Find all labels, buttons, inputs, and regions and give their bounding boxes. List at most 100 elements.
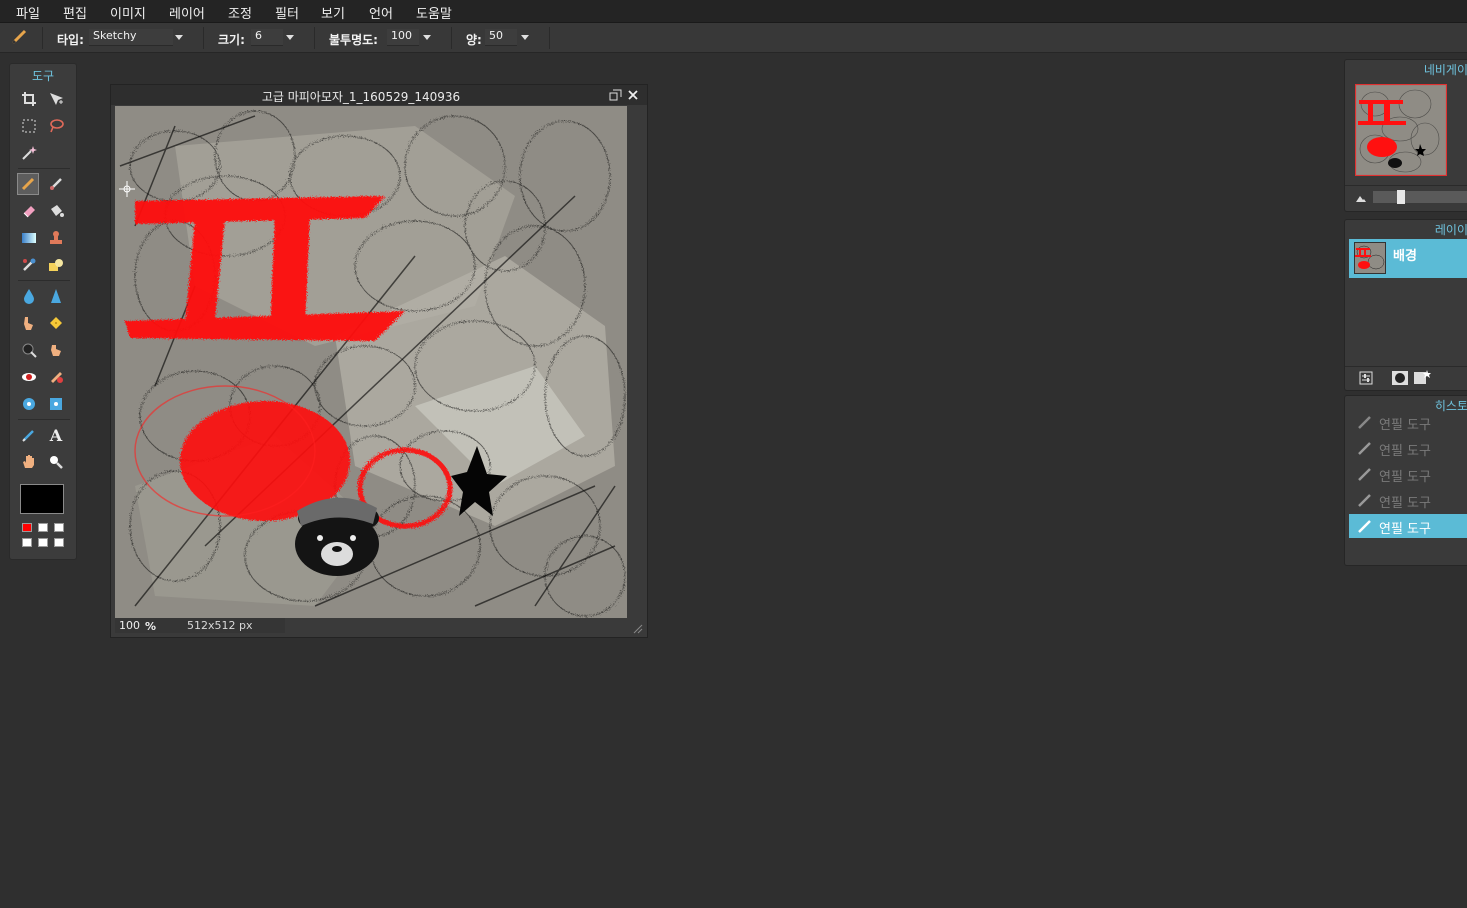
type-label: 타입: (57, 33, 84, 47)
history-item-label: 연필 도구 (1379, 496, 1431, 511)
marquee-tool-icon[interactable] (18, 115, 40, 137)
amount-dropdown-arrow-icon[interactable] (521, 35, 529, 40)
menu-adjust[interactable]: 조정 (228, 3, 252, 22)
type-dropdown-arrow-icon[interactable] (175, 35, 183, 40)
color-swatch[interactable] (54, 523, 64, 532)
amount-label: 양: (466, 33, 482, 47)
crop-tool-icon[interactable] (18, 88, 40, 110)
color-swatch[interactable] (22, 523, 32, 532)
layer-thumbnail (1354, 242, 1386, 274)
color-swatch[interactable] (22, 538, 32, 547)
history-item[interactable]: 연필 도구 (1349, 436, 1467, 460)
menu-layer[interactable]: 레이어 (169, 3, 205, 22)
pencil-icon (11, 29, 27, 45)
layer-mask-icon[interactable] (1392, 371, 1408, 385)
smudge-tool-icon[interactable] (18, 312, 40, 334)
document-titlebar[interactable]: 고급 마피아모자_1_160529_140936 (111, 85, 647, 105)
history-item[interactable]: 연필 도구 (1349, 488, 1467, 512)
menu-image[interactable]: 이미지 (110, 3, 146, 22)
pencil-icon (1358, 494, 1371, 507)
brush-tool-icon[interactable] (45, 173, 67, 195)
separator (451, 27, 452, 49)
burn-tool-icon[interactable] (45, 339, 67, 361)
text-tool-icon[interactable]: A (45, 424, 67, 446)
navigator-thumbnail[interactable] (1355, 84, 1447, 176)
eraser-tool-icon[interactable] (18, 200, 40, 222)
menu-filter[interactable]: 필터 (275, 3, 299, 22)
foreground-color-swatch[interactable] (20, 484, 64, 514)
magic-wand-tool-icon[interactable] (18, 142, 40, 164)
zoom-slider-handle[interactable] (1397, 190, 1405, 204)
opacity-input[interactable]: 100 (387, 29, 419, 46)
document-title: 고급 마피아모자_1_160529_140936 (261, 90, 461, 104)
color-swatch[interactable] (38, 538, 48, 547)
layer-name: 배경 (1393, 249, 1417, 264)
zoom-out-mountain-icon[interactable] (1355, 193, 1367, 203)
color-swatch[interactable] (38, 523, 48, 532)
restore-window-icon[interactable] (609, 89, 622, 101)
history-item-selected[interactable]: 연필 도구 (1349, 514, 1467, 538)
tool-options-bar: 타입: Sketchy 크기: 6 불투명도: 100 양: 50 (0, 23, 1467, 53)
divider (1345, 185, 1467, 186)
navigator-panel: 네비게이 (1344, 59, 1467, 212)
tools-divider (18, 280, 70, 281)
image-canvas[interactable] (115, 106, 627, 618)
menu-help[interactable]: 도움말 (416, 3, 452, 22)
new-layer-icon[interactable] (1413, 369, 1431, 385)
paint-bucket-tool-icon[interactable] (45, 200, 67, 222)
history-item-label: 연필 도구 (1379, 522, 1431, 537)
history-item-label: 연필 도구 (1379, 444, 1431, 459)
tools-title: 도구 (31, 69, 55, 83)
menu-edit[interactable]: 편집 (63, 3, 87, 22)
history-item[interactable]: 연필 도구 (1349, 410, 1467, 434)
red-eye-tool-icon[interactable] (18, 366, 40, 388)
color-replace-tool-icon[interactable] (18, 254, 40, 276)
spot-heal-tool-icon[interactable] (45, 366, 67, 388)
opacity-dropdown-arrow-icon[interactable] (423, 35, 431, 40)
bloat-tool-icon[interactable] (18, 393, 40, 415)
color-swatch[interactable] (54, 538, 64, 547)
type-select[interactable]: Sketchy (89, 29, 173, 46)
lasso-tool-icon[interactable] (45, 115, 67, 137)
tools-divider (18, 419, 70, 420)
color-picker-tool-icon[interactable] (18, 424, 40, 446)
sharpen-tool-icon[interactable] (45, 285, 67, 307)
separator (42, 27, 43, 49)
resize-handle-icon[interactable] (633, 624, 643, 634)
size-input[interactable]: 6 (251, 29, 283, 46)
move-tool-icon[interactable] (45, 88, 67, 110)
layer-settings-icon[interactable] (1359, 371, 1373, 385)
pencil-icon (1358, 416, 1371, 429)
menu-language[interactable]: 언어 (369, 3, 393, 22)
layer-row[interactable]: 배경 (1349, 239, 1467, 278)
separator (203, 27, 204, 49)
shape-tool-icon[interactable] (45, 254, 67, 276)
history-item-label: 연필 도구 (1379, 418, 1431, 433)
document-window: 고급 마피아모자_1_160529_140936 100 % 512x512 p… (110, 84, 648, 638)
layers-title: 레이이 (1434, 223, 1467, 237)
zoom-input[interactable]: 100 (119, 619, 140, 632)
gradient-tool-icon[interactable] (18, 227, 40, 249)
history-panel: 히스토 연필 도구 연필 도구 연필 도구 연필 도구 연필 도구 (1344, 395, 1467, 566)
zoom-slider-track[interactable] (1373, 191, 1467, 203)
zoom-tool-icon[interactable] (45, 451, 67, 473)
sponge-tool-icon[interactable] (45, 312, 67, 334)
amount-input[interactable]: 50 (485, 29, 517, 46)
pencil-tool-icon[interactable] (17, 173, 39, 195)
blur-tool-icon[interactable] (18, 285, 40, 307)
menu-view[interactable]: 보기 (321, 3, 345, 22)
separator (549, 27, 550, 49)
size-dropdown-arrow-icon[interactable] (286, 35, 294, 40)
clone-stamp-tool-icon[interactable] (45, 227, 67, 249)
close-window-icon[interactable] (627, 89, 639, 101)
dodge-tool-icon[interactable] (18, 339, 40, 361)
tools-panel: 도구 A (9, 63, 77, 560)
zoom-unit: % (145, 620, 157, 633)
menu-bar: 파일 편집 이미지 레이어 조정 필터 보기 언어 도움말 (0, 0, 1467, 23)
pinch-tool-icon[interactable] (45, 393, 67, 415)
image-dimensions: 512x512 px (187, 619, 253, 632)
history-item[interactable]: 연필 도구 (1349, 462, 1467, 486)
navigator-title: 네비게이 (1423, 63, 1467, 77)
hand-tool-icon[interactable] (18, 451, 40, 473)
menu-file[interactable]: 파일 (16, 3, 40, 22)
